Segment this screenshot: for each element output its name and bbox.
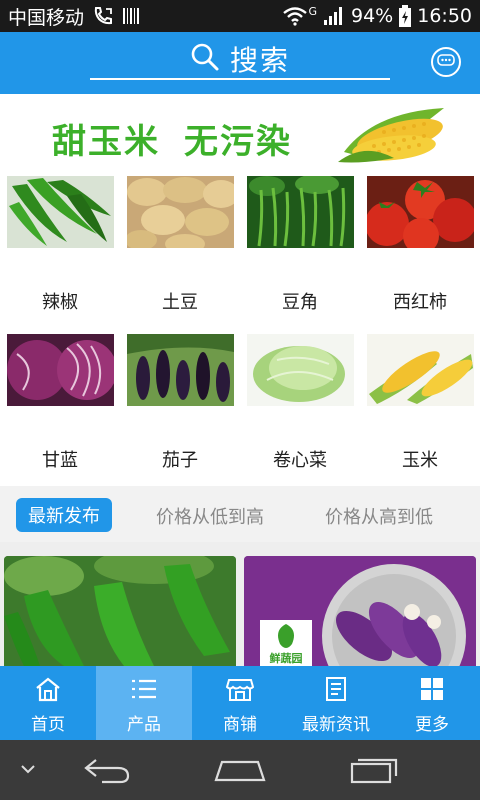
list-icon [130, 676, 158, 706]
category-label: 卷心菜 [273, 450, 327, 471]
corn-image [334, 102, 454, 170]
search-icon [190, 42, 220, 76]
collapse-icon[interactable] [18, 762, 38, 776]
product-card[interactable] [4, 556, 236, 666]
nav-label: 最新资讯 [302, 715, 370, 735]
green-pepper-photo [4, 556, 236, 666]
tab-price-desc[interactable]: 价格从高到低 [312, 503, 446, 529]
clock: 16:50 [417, 5, 472, 27]
category-label: 茄子 [162, 450, 198, 471]
barcode-icon [122, 6, 140, 26]
category-cabbage[interactable]: 卷心菜 [240, 334, 360, 484]
nav-shops[interactable]: 商铺 [192, 666, 288, 740]
grid-icon [418, 676, 446, 706]
category-eggplant[interactable]: 茄子 [120, 334, 240, 484]
category-green-beans[interactable]: 豆角 [240, 176, 360, 326]
system-nav-bar [0, 740, 480, 800]
nav-label: 首页 [31, 715, 65, 735]
product-list: 鲜蔬园 [0, 542, 480, 666]
search-label: 搜索 [229, 44, 290, 77]
chili-photo [7, 176, 114, 248]
status-right: G 94% 16:50 [282, 5, 472, 27]
corn-photo [367, 334, 474, 406]
nav-label: 商铺 [223, 715, 257, 735]
category-purple-cabbage[interactable]: 甘蓝 [0, 334, 120, 484]
phone-icon [92, 6, 114, 26]
category-corn[interactable]: 玉米 [360, 334, 480, 484]
nav-label: 产品 [127, 715, 161, 735]
nav-products[interactable]: 产品 [96, 666, 192, 740]
brand-logo-text: 鲜蔬园 [269, 652, 303, 665]
category-label: 甘蓝 [42, 450, 78, 471]
home-icon [34, 676, 62, 706]
carrier-name: 中国移动 [8, 6, 85, 29]
status-left: 中国移动 [8, 3, 140, 30]
tomato-photo [367, 176, 474, 248]
bottom-nav: 首页 产品 商铺 最新资讯 更多 [0, 666, 480, 740]
banner-text-2: 无污染 [184, 122, 292, 162]
battery-icon [399, 5, 412, 27]
tab-latest[interactable]: 最新发布 [16, 498, 112, 532]
green-beans-photo [247, 176, 354, 248]
category-label: 豆角 [282, 292, 318, 313]
home-button-icon[interactable] [212, 756, 268, 784]
network-type: G [308, 4, 317, 18]
nav-label: 更多 [415, 715, 449, 735]
wifi-icon [282, 6, 308, 26]
battery-level: 94% [351, 5, 394, 27]
category-label: 西红柿 [393, 292, 447, 313]
nav-home[interactable]: 首页 [0, 666, 96, 740]
tab-price-asc[interactable]: 价格从低到高 [145, 503, 275, 529]
nav-news[interactable]: 最新资讯 [288, 666, 384, 740]
chat-button[interactable] [431, 47, 461, 77]
eggplant-photo [127, 334, 234, 406]
chat-icon [437, 53, 455, 72]
nav-more[interactable]: 更多 [384, 666, 480, 740]
product-card[interactable]: 鲜蔬园 [244, 556, 476, 666]
banner-text-1: 甜玉米 [52, 122, 160, 162]
category-chili[interactable]: 辣椒 [0, 176, 120, 326]
category-label: 玉米 [402, 450, 438, 471]
promo-banner[interactable]: 甜玉米 无污染 [0, 94, 480, 170]
category-tomato[interactable]: 西红柿 [360, 176, 480, 326]
app-header: 搜索 [0, 32, 480, 94]
category-label: 土豆 [162, 292, 198, 313]
category-potato[interactable]: 土豆 [120, 176, 240, 326]
search-bar[interactable]: 搜索 [90, 40, 390, 80]
signal-icon [323, 6, 345, 26]
news-icon [322, 676, 350, 706]
purple-cabbage-photo [7, 334, 114, 406]
cabbage-photo [247, 334, 354, 406]
back-icon[interactable] [82, 754, 132, 786]
status-bar: 中国移动 G 94% 16:50 [0, 0, 480, 32]
category-label: 辣椒 [42, 292, 78, 313]
shop-icon [225, 676, 255, 706]
sort-tabs: 最新发布 价格从低到高 价格从高到低 [0, 486, 480, 542]
potato-photo [127, 176, 234, 248]
banner-text: 甜玉米 无污染 [52, 114, 292, 163]
recent-apps-icon[interactable] [348, 752, 400, 786]
